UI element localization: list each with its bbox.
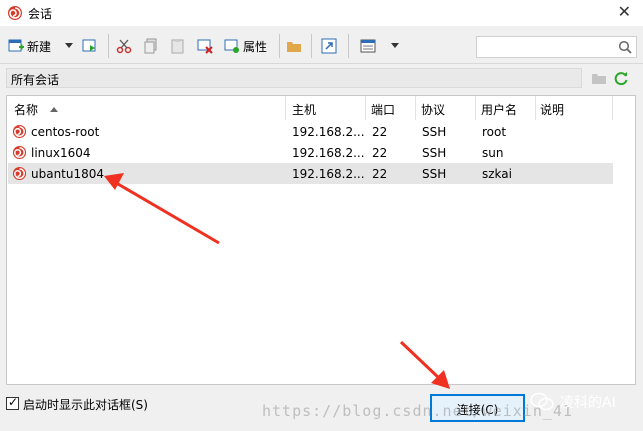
watermark-url: https://blog.csdn.net/weixin_41	[262, 402, 573, 420]
startup-checkbox-label: 启动时显示此对话框(S)	[23, 398, 148, 412]
open-session-icon	[82, 39, 96, 52]
session-list: 名称 主机 端口 协议 用户名 说明 centos-root 192.168.2…	[6, 95, 636, 385]
toolbar: 新建 属性	[0, 26, 643, 64]
chevron-down-icon	[391, 43, 399, 48]
sort-ascending-icon	[50, 107, 58, 112]
session-user: sun	[482, 146, 504, 160]
view-dropdown-arrow[interactable]	[391, 36, 399, 56]
new-session-button[interactable]: 新建	[8, 36, 51, 56]
properties-button[interactable]: 属性	[224, 36, 267, 56]
session-protocol: SSH	[422, 125, 447, 139]
session-port: 22	[372, 125, 388, 139]
column-header-host[interactable]: 主机	[286, 96, 366, 120]
wechat-account-name: 凌科的AI	[560, 395, 616, 411]
session-icon	[12, 166, 27, 181]
properties-label: 属性	[243, 39, 268, 54]
paste-icon	[171, 39, 184, 54]
search-icon	[618, 40, 632, 54]
new-session-label: 新建	[27, 39, 52, 54]
folder-path-bar: 所有会话	[6, 68, 582, 88]
session-protocol: SSH	[422, 146, 447, 160]
title-bar: 会话 ✕	[0, 0, 643, 26]
properties-icon	[224, 39, 239, 53]
delete-button[interactable]	[197, 36, 213, 56]
view-list-icon	[360, 39, 376, 53]
delete-icon	[197, 39, 213, 54]
session-user: root	[482, 125, 507, 139]
session-icon	[12, 145, 27, 160]
new-session-icon	[8, 39, 24, 52]
session-name: linux1604	[31, 146, 91, 160]
folder-icon	[287, 42, 301, 52]
session-host: 192.168.2...	[292, 146, 365, 160]
open-session-button[interactable]	[82, 36, 98, 56]
paste-button[interactable]	[170, 36, 186, 56]
toolbar-separator	[279, 34, 280, 58]
wechat-watermark: 凌科的AI	[530, 392, 616, 412]
copy-button[interactable]	[143, 36, 159, 56]
checkmark-icon: ✓	[8, 395, 19, 409]
column-header-protocol[interactable]: 协议	[416, 96, 476, 120]
shortcut-button[interactable]	[321, 36, 337, 56]
window-title: 会话	[28, 7, 53, 21]
column-header-label: 用户名	[481, 103, 518, 117]
column-header-port[interactable]: 端口	[366, 96, 416, 120]
column-header-user[interactable]: 用户名	[476, 96, 536, 120]
new-dropdown-arrow[interactable]	[65, 36, 73, 56]
column-header-label: 主机	[292, 103, 317, 117]
session-icon	[12, 124, 27, 139]
close-icon[interactable]: ✕	[618, 2, 631, 21]
session-user: szkai	[482, 167, 512, 181]
session-protocol: SSH	[422, 167, 447, 181]
table-row[interactable]: linux1604 192.168.2... 22 SSH sun	[8, 142, 613, 163]
folder-up-icon[interactable]	[591, 71, 607, 85]
view-button[interactable]	[360, 36, 376, 56]
toolbar-separator	[108, 34, 109, 58]
wechat-icon	[530, 392, 554, 411]
shortcut-icon	[321, 38, 337, 54]
session-port: 22	[372, 146, 388, 160]
session-host: 192.168.2...	[292, 167, 365, 181]
startup-checkbox[interactable]: ✓	[6, 395, 19, 410]
new-folder-button[interactable]	[286, 36, 302, 56]
session-host: 192.168.2...	[292, 125, 365, 139]
column-header-label: 协议	[421, 103, 446, 117]
refresh-icon[interactable]	[613, 70, 629, 86]
column-header-label: 名称	[14, 103, 39, 117]
session-port: 22	[372, 167, 388, 181]
toolbar-separator	[348, 34, 349, 58]
copy-icon	[144, 38, 157, 54]
session-name: ubantu1804	[31, 167, 105, 181]
table-row[interactable]: centos-root 192.168.2... 22 SSH root	[8, 121, 613, 142]
search-input[interactable]	[476, 36, 637, 58]
cut-button[interactable]	[116, 36, 132, 56]
column-header-note[interactable]: 说明	[536, 96, 613, 120]
session-name: centos-root	[31, 125, 100, 139]
toolbar-separator	[311, 34, 312, 58]
scissors-icon	[116, 39, 132, 54]
app-logo-icon	[8, 6, 22, 20]
column-header-name[interactable]: 名称	[7, 96, 286, 120]
chevron-down-icon	[65, 43, 73, 48]
column-header-label: 端口	[371, 103, 396, 117]
column-header-label: 说明	[540, 103, 565, 117]
folder-path-label: 所有会话	[11, 73, 60, 87]
table-row[interactable]: ubantu1804 192.168.2... 22 SSH szkai	[8, 163, 613, 184]
